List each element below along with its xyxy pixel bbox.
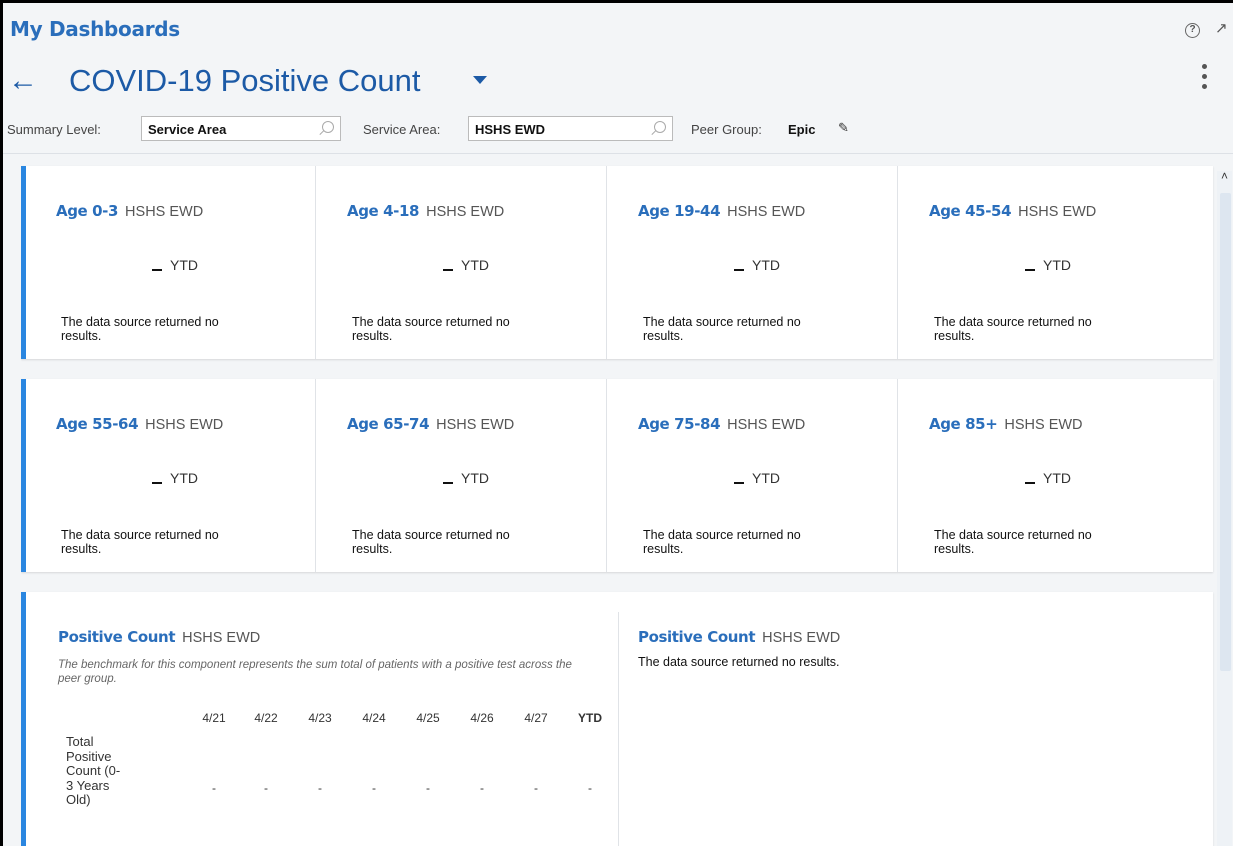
peer-group-label: Peer Group: <box>691 122 762 137</box>
column-divider <box>618 612 619 846</box>
tile-value: YTD <box>443 257 489 273</box>
positive-count-card: Positive Count HSHS EWD The benchmark for… <box>21 592 1213 846</box>
tile-title[interactable]: Age 19-44 HSHS EWD <box>638 202 805 220</box>
tile-message: The data source returned no results. <box>643 528 801 556</box>
tile-area: HSHS EWD <box>145 417 224 433</box>
column-header: 4/25 <box>416 711 440 725</box>
tile-value: YTD <box>734 257 780 273</box>
tile-message: The data source returned no results. <box>61 315 219 343</box>
help-icon[interactable]: ? <box>1185 23 1200 38</box>
tile-age-0-3[interactable]: Age 0-3 HSHS EWD YTD The data source retu… <box>26 166 316 359</box>
no-results-message: The data source returned no results. <box>638 655 840 669</box>
more-options-icon[interactable] <box>1199 62 1209 96</box>
pin-icon[interactable]: ↗ <box>1215 19 1228 37</box>
tile-area: HSHS EWD <box>125 204 204 220</box>
summary-level-input[interactable]: Service Area <box>141 116 341 141</box>
tile-value: YTD <box>443 470 489 486</box>
row-header: Total Positive Count (0-3 Years Old) <box>66 734 121 807</box>
scroll-up-icon[interactable]: ˄ <box>1221 169 1228 183</box>
divider <box>3 153 1233 154</box>
tile-age-4-18[interactable]: Age 4-18 HSHS EWD YTD The data source ret… <box>317 166 607 359</box>
positive-count-area: HSHS EWD <box>182 630 261 646</box>
tile-message: The data source returned no results. <box>643 315 801 343</box>
tile-message: The data source returned no results. <box>352 528 510 556</box>
tile-title[interactable]: Age 55-64 HSHS EWD <box>56 415 223 433</box>
tile-value: YTD <box>152 257 198 273</box>
search-icon[interactable] <box>654 121 666 133</box>
tile-title[interactable]: Age 75-84 HSHS EWD <box>638 415 805 433</box>
service-area-label: Service Area: <box>363 122 441 137</box>
scrollbar-thumb[interactable] <box>1220 193 1231 671</box>
filter-bar: Summary Level: Service Area Service Area… <box>3 114 1233 144</box>
top-bar: My Dashboards ? ↗ <box>3 3 1233 47</box>
tile-message: The data source returned no results. <box>934 528 1092 556</box>
positive-count-title-right[interactable]: Positive Count HSHS EWD <box>638 628 840 646</box>
tile-area: HSHS EWD <box>727 204 806 220</box>
dashboard-title[interactable]: COVID-19 Positive Count <box>69 63 420 99</box>
table-cell: - <box>588 781 592 795</box>
column-header: 4/27 <box>524 711 548 725</box>
service-area-value: HSHS EWD <box>475 122 546 137</box>
column-header: 4/23 <box>308 711 332 725</box>
tile-title[interactable]: Age 0-3 HSHS EWD <box>56 202 203 220</box>
table-cell: - <box>480 781 484 795</box>
tile-message: The data source returned no results. <box>352 315 510 343</box>
dashboard-content: Age 0-3 HSHS EWD YTD The data source retu… <box>21 163 1216 846</box>
column-header: 4/26 <box>470 711 494 725</box>
tile-age-19-44[interactable]: Age 19-44 HSHS EWD YTD The data source re… <box>608 166 898 359</box>
table-cell: - <box>318 781 322 795</box>
age-card-row-1: Age 0-3 HSHS EWD YTD The data source retu… <box>21 166 1213 359</box>
tile-age-75-84[interactable]: Age 75-84 HSHS EWD YTD The data source re… <box>608 379 898 572</box>
tile-area: HSHS EWD <box>727 417 806 433</box>
tile-value: YTD <box>1025 470 1071 486</box>
search-icon[interactable] <box>322 121 334 133</box>
tile-title[interactable]: Age 4-18 HSHS EWD <box>347 202 504 220</box>
chevron-down-icon[interactable] <box>473 76 487 84</box>
table-cell: - <box>534 781 538 795</box>
column-header: YTD <box>578 711 602 725</box>
pencil-icon[interactable]: ✎ <box>838 120 849 136</box>
tile-value: YTD <box>734 470 780 486</box>
column-header: 4/21 <box>202 711 226 725</box>
tile-area: HSHS EWD <box>1018 204 1097 220</box>
tile-area: HSHS EWD <box>436 417 515 433</box>
tile-age-65-74[interactable]: Age 65-74 HSHS EWD YTD The data source re… <box>317 379 607 572</box>
table-cell: - <box>426 781 430 795</box>
peer-group-value: Epic <box>788 122 816 137</box>
tile-age-55-64[interactable]: Age 55-64 HSHS EWD YTD The data source re… <box>26 379 316 572</box>
tile-value: YTD <box>152 470 198 486</box>
tile-title[interactable]: Age 45-54 HSHS EWD <box>929 202 1096 220</box>
table-cell: - <box>264 781 268 795</box>
service-area-input[interactable]: HSHS EWD <box>468 116 673 141</box>
tile-area: HSHS EWD <box>426 204 505 220</box>
age-card-row-2: Age 55-64 HSHS EWD YTD The data source re… <box>21 379 1213 572</box>
column-header: 4/24 <box>362 711 386 725</box>
positive-count-area-right: HSHS EWD <box>762 630 841 646</box>
tile-area: HSHS EWD <box>1004 417 1083 433</box>
tile-message: The data source returned no results. <box>61 528 219 556</box>
app-title: My Dashboards <box>10 17 180 41</box>
dashboard-header: ← COVID-19 Positive Count <box>3 59 1233 107</box>
tile-title[interactable]: Age 85+ HSHS EWD <box>929 415 1083 433</box>
column-header: 4/22 <box>254 711 278 725</box>
back-arrow-icon[interactable]: ← <box>8 63 38 99</box>
tile-age-85-plus[interactable]: Age 85+ HSHS EWD YTD The data source retu… <box>899 379 1189 572</box>
tile-value: YTD <box>1025 257 1071 273</box>
positive-count-title[interactable]: Positive Count HSHS EWD <box>58 628 260 646</box>
tile-title[interactable]: Age 65-74 HSHS EWD <box>347 415 514 433</box>
benchmark-note: The benchmark for this component represe… <box>58 659 572 685</box>
tile-age-45-54[interactable]: Age 45-54 HSHS EWD YTD The data source re… <box>899 166 1189 359</box>
table-cell: - <box>212 781 216 795</box>
table-cell: - <box>372 781 376 795</box>
summary-level-label: Summary Level: <box>7 122 101 137</box>
summary-level-value: Service Area <box>148 122 227 137</box>
tile-message: The data source returned no results. <box>934 315 1092 343</box>
